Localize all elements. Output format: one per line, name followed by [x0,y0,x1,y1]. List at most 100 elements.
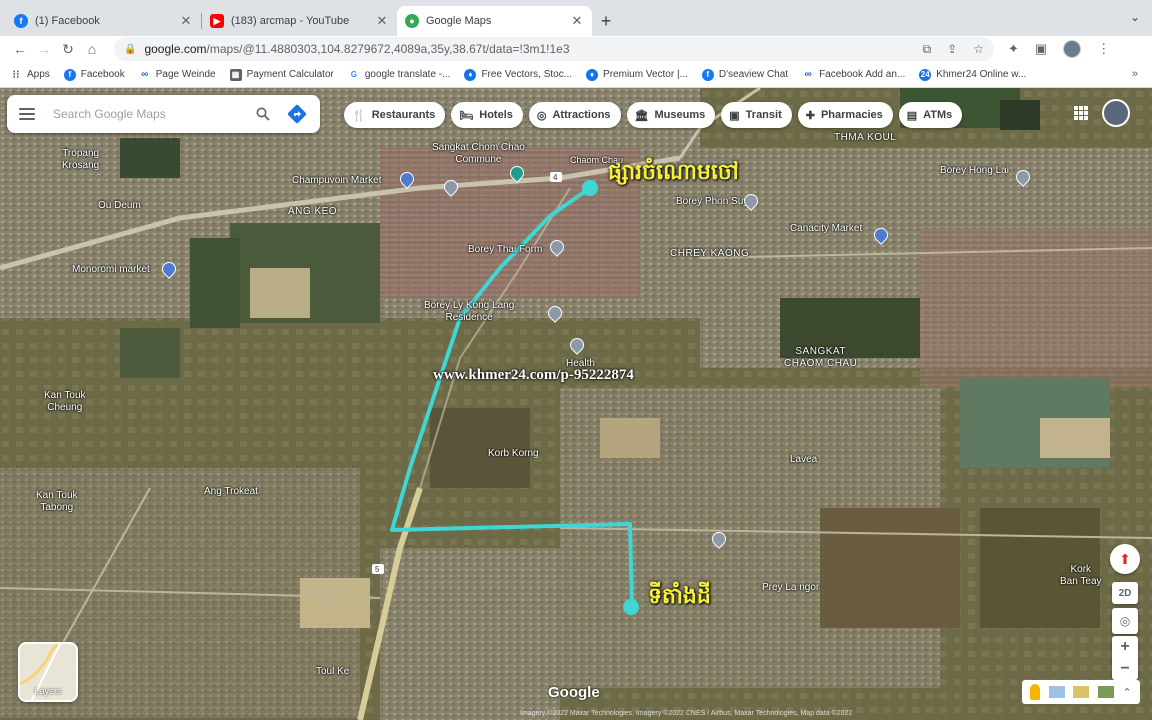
label-champuvoin-market: Champuvoin Market [292,175,382,186]
share-icon[interactable]: ⇪ [947,42,957,57]
bookmark-label: Apps [27,69,50,80]
bookmark-free-vectors[interactable]: ♦ Free Vectors, Stoc... [464,68,573,81]
layers-label: Layers [34,686,62,696]
close-icon[interactable]: ✕ [179,13,193,29]
hamburger-menu-icon[interactable] [19,108,35,120]
bookmark-star-icon[interactable]: ☆ [973,42,984,57]
facebook-icon: f [14,14,28,28]
chip-transit[interactable]: ▣ Transit [721,102,792,128]
bookmark-label: Payment Calculator [246,69,334,80]
label-borey-thai-form: Borey Thai Form [468,244,543,255]
expand-chevron-icon[interactable]: ⌃ [1122,686,1131,699]
bookmark-label: D'seaview Chat [718,69,789,80]
imagery-thumbnail[interactable] [1073,686,1090,698]
bookmark-label: Facebook Add an... [819,69,906,80]
pegman-icon[interactable] [1030,684,1041,700]
side-panel-icon[interactable]: ▣ [1035,41,1047,57]
account-avatar[interactable] [1102,99,1130,127]
chip-atms[interactable]: ▤ ATMs [898,102,963,128]
label-kork-ban-teay: Kork Ban Teay [1060,564,1102,587]
url-text[interactable]: google.com/maps/@11.4880303,104.8279672,… [144,42,922,56]
facebook-icon: f [63,68,76,81]
install-app-icon[interactable]: ⧉ [923,42,932,57]
chip-hotels[interactable]: 🛏 Hotels [451,102,523,128]
imagery-thumbnail[interactable] [1097,686,1114,698]
google-apps-icon[interactable] [1074,106,1088,120]
label-kan-touk-tabong: Kan Touk Tabong [36,490,78,513]
bookmark-google-translate[interactable]: Ggoogle translate -... [347,68,451,81]
maps-search-box [7,95,320,133]
kebab-menu-icon[interactable]: ⋮ [1097,41,1110,57]
category-chips: 🍴 Restaurants 🛏 Hotels ◎ Attractions 🏛 Museu… [344,102,963,128]
bookmark-apps[interactable]: ⁝⁝ Apps [10,68,50,81]
close-icon[interactable]: ✕ [375,13,389,29]
new-tab-button[interactable]: + [592,6,620,36]
attraction-icon: ◎ [536,109,547,122]
tab-google-maps[interactable]: ● Google Maps ✕ [397,6,592,36]
tab-strip: f (1) Facebook ✕ ▶ (183) arcmap - YouTub… [0,0,1152,36]
label-chrey-kaong: CHREY KAONG [670,248,750,259]
my-location-icon[interactable]: ◎ [1112,608,1138,634]
label-kan-touk-cheung: Kan Touk Cheung [44,390,86,413]
layers-button[interactable]: Layers [18,642,78,702]
bookmark-label: Facebook [80,69,125,80]
imagery-thumbnail[interactable] [1048,686,1065,698]
reload-icon[interactable]: ↻ [56,41,80,58]
freepik-icon: ♦ [464,68,477,81]
zoom-out-icon[interactable]: − [1120,660,1129,678]
end-location-khmer-label: ទីតាំងដី [648,583,711,608]
url-path: /maps/@11.4880303,104.8279672,4089a,35y,… [206,42,570,56]
zoom-in-icon[interactable]: + [1120,638,1129,656]
bookmark-facebook[interactable]: f Facebook [63,68,125,81]
hotel-icon: 🛏 [459,109,474,122]
tab-search-chevron-icon[interactable]: ⌄ [1130,10,1140,24]
label-canacity-market: Canacity Market [790,223,863,234]
zoom-control: + − [1112,636,1138,680]
toggle-2d-button[interactable]: 2D [1112,582,1138,604]
bookmark-premium-vector[interactable]: ♦ Premium Vector |... [586,68,688,81]
chip-label: Hotels [479,109,513,121]
chip-label: Museums [654,109,706,121]
bookmark-page-weinde[interactable]: ∞ Page Weinde [138,68,216,81]
chip-label: ATMs [923,109,953,121]
more-bookmarks-icon[interactable]: » [1132,68,1138,80]
search-input[interactable] [53,107,246,121]
bookmark-dseaview-chat[interactable]: f D'seaview Chat [701,68,789,81]
tab-youtube[interactable]: ▶ (183) arcmap - YouTube ✕ [202,6,397,36]
youtube-icon: ▶ [210,14,224,28]
home-icon[interactable]: ⌂ [80,41,104,57]
bookmark-payment-calculator[interactable]: ▦ Payment Calculator [229,68,334,81]
extensions-puzzle-icon[interactable]: ✦ [1008,41,1019,57]
start-location-khmer-label: ផ្សារចំណោមចៅ [608,159,739,184]
google-logo: Google [548,684,600,701]
tab-facebook[interactable]: f (1) Facebook ✕ [6,6,201,36]
bookmark-facebook-add[interactable]: ∞ Facebook Add an... [802,68,906,81]
google-icon: G [347,68,360,81]
profile-avatar[interactable] [1063,40,1082,58]
tab-title: (1) Facebook [35,15,100,27]
bookmark-label: Free Vectors, Stoc... [481,69,573,80]
compass-icon[interactable]: ⬆ [1110,544,1140,574]
road-shield-4: 4 [553,173,558,182]
meta-icon: ∞ [802,68,815,81]
search-icon[interactable] [256,107,270,121]
bookmark-label: google translate -... [364,69,451,80]
bookmark-label: Khmer24 Online w... [936,69,1027,80]
museum-icon: 🏛 [634,109,649,122]
back-arrow-icon[interactable]: ← [8,41,32,57]
chip-attractions[interactable]: ◎ Attractions [528,102,621,128]
chip-pharmacies[interactable]: ✚ Pharmacies [797,102,893,128]
chip-museums[interactable]: 🏛 Museums [626,102,716,128]
forward-arrow-icon[interactable]: → [32,41,56,57]
satellite-map[interactable]: 4 5 Tropang Krosang Champuvoin Market Sa… [0,88,1152,720]
pharmacy-icon: ✚ [805,109,815,122]
bookmark-khmer24[interactable]: 24 Khmer24 Online w... [919,68,1027,81]
transit-icon: ▣ [729,109,740,122]
lock-icon[interactable]: 🔒 [124,44,136,55]
address-bar[interactable]: 🔒 google.com/maps/@11.4880303,104.827967… [114,37,994,61]
chip-restaurants[interactable]: 🍴 Restaurants [344,102,446,128]
label-korb-korng: Korb Korng [488,448,539,459]
facebook-icon: f [701,68,714,81]
directions-icon[interactable] [286,103,308,125]
close-icon[interactable]: ✕ [570,13,584,29]
